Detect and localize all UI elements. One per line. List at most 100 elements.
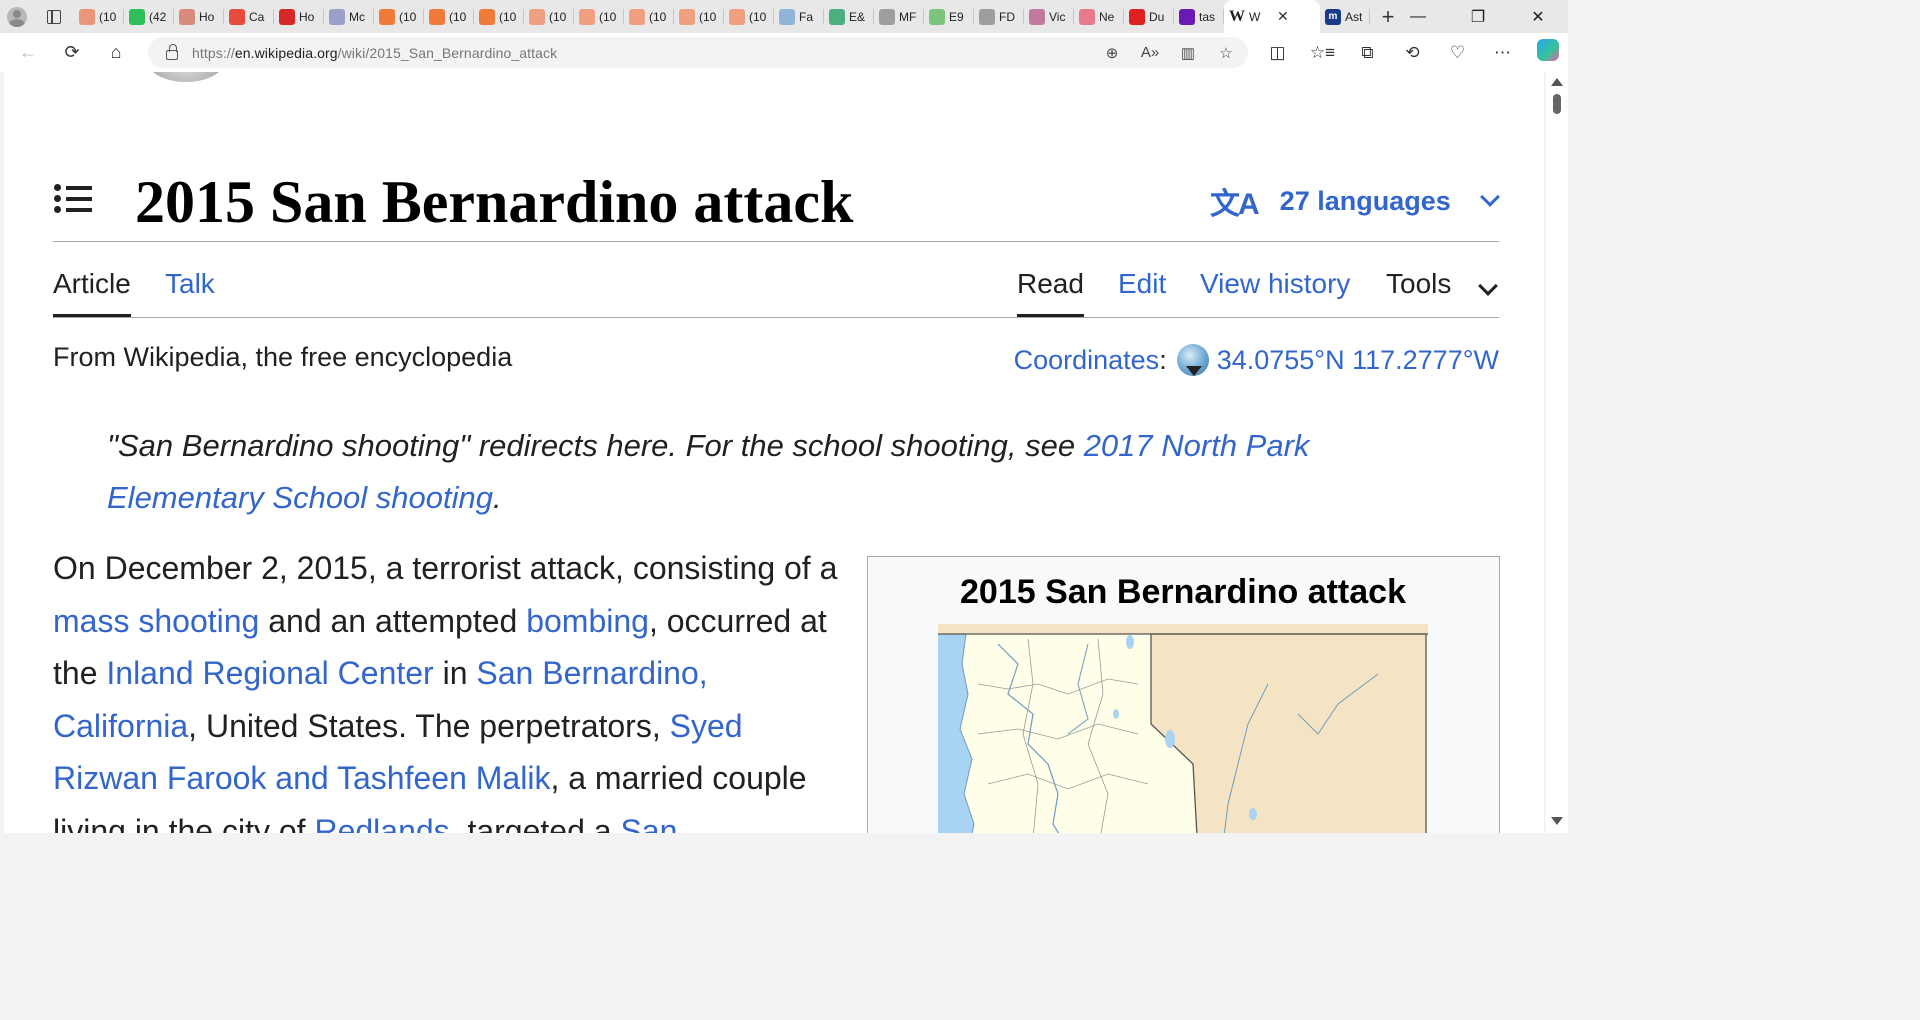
restore-button[interactable]: ❐ (1448, 0, 1508, 33)
browser-tab[interactable]: tas (1174, 0, 1224, 33)
tab-label: Fa (799, 9, 814, 24)
browser-tab[interactable]: FD (974, 0, 1024, 33)
browser-essentials-icon[interactable]: ♡ (1435, 43, 1480, 63)
tabs-divider (53, 317, 1499, 318)
title-divider (53, 241, 1499, 242)
link-mass-shooting[interactable]: mass shooting (53, 603, 259, 639)
infobox-title: 2015 San Bernardino attack (960, 573, 1406, 611)
tab-label: (42 (149, 9, 167, 24)
lock-icon[interactable] (166, 43, 178, 60)
zoom-icon[interactable]: ⊕ (1098, 44, 1126, 62)
toolbar-right: ◫ ☆≡ ⧉ ⟲ ♡ ⋯ (1255, 33, 1570, 72)
a-icon (329, 8, 345, 25)
scrollbar-thumb[interactable] (1553, 94, 1561, 114)
browser-tab[interactable]: (10 (674, 0, 724, 33)
close-window-button[interactable]: ✕ (1508, 0, 1568, 33)
coordinates-value-link[interactable]: 34.0755°N 117.2777°W (1217, 345, 1499, 376)
tab-label: tas (1199, 9, 1216, 24)
browser-tab[interactable]: Mc (324, 0, 374, 33)
g-icon (129, 8, 145, 25)
tab-active-wikipedia[interactable]: W W ✕ (1224, 0, 1320, 33)
browser-toolbar: ← ⟳ ⌂ https://en.wikipedia.org/wiki/2015… (0, 33, 1568, 72)
browser-tab[interactable]: (10 (374, 0, 424, 33)
location-map[interactable] (938, 624, 1428, 833)
browser-tab[interactable]: Ca (224, 0, 274, 33)
tab-label: E& (849, 9, 866, 24)
tab-read[interactable]: Read (1017, 264, 1084, 318)
immersive-reader-icon[interactable]: ▥ (1174, 44, 1202, 62)
profile-avatar-icon (7, 6, 27, 27)
url-text[interactable]: https://en.wikipedia.org/wiki/2015_San_B… (192, 45, 557, 61)
languages-button[interactable]: 文A 27 languages (1210, 179, 1500, 223)
tab-actions-button[interactable] (34, 0, 74, 33)
scroll-down-arrow-icon[interactable] (1551, 817, 1563, 825)
tab-view-history[interactable]: View history (1200, 264, 1350, 304)
close-tab-icon[interactable]: ✕ (1277, 8, 1289, 25)
browser-tab[interactable]: (10 (524, 0, 574, 33)
home-button[interactable]: ⌂ (94, 33, 138, 72)
browser-tab[interactable]: (10 (74, 0, 124, 33)
link-inland-regional-center[interactable]: Inland Regional Center (106, 655, 433, 691)
tab-actions-icon (47, 9, 61, 24)
star-icon (1029, 8, 1045, 25)
split-screen-icon[interactable]: ◫ (1255, 43, 1300, 63)
browser-tab[interactable]: m Ast (1320, 0, 1370, 33)
browser-tab[interactable]: (10 (624, 0, 674, 33)
tab-label: MF (899, 9, 917, 24)
browser-tab[interactable]: (10 (424, 0, 474, 33)
browser-tab[interactable]: MF (874, 0, 924, 33)
refresh-button[interactable]: ⟳ (50, 33, 94, 72)
play-icon (929, 8, 945, 25)
browser-tab[interactable]: Vic (1024, 0, 1074, 33)
tab-edit[interactable]: Edit (1118, 264, 1166, 304)
browser-tab[interactable]: Ho (274, 0, 324, 33)
favorite-star-icon[interactable]: ☆ (1212, 44, 1240, 62)
bookmark-icon (579, 8, 595, 25)
browser-tab[interactable]: E& (824, 0, 874, 33)
browser-tab[interactable]: (10 (724, 0, 774, 33)
browser-tab[interactable]: Du (1124, 0, 1174, 33)
tools-menu[interactable]: Tools (1386, 264, 1499, 304)
tab-article[interactable]: Article (53, 264, 131, 318)
wikipedia-icon: W (1229, 7, 1245, 25)
hatnote: "San Bernardino shooting" redirects here… (107, 428, 1310, 515)
map-lake (1126, 635, 1134, 649)
bookmark-icon (479, 8, 495, 25)
history-icon[interactable]: ⟲ (1390, 43, 1435, 63)
browser-tab[interactable]: E9 (924, 0, 974, 33)
browser-tab[interactable]: Ne (1074, 0, 1124, 33)
collections-icon[interactable]: ⧉ (1345, 43, 1390, 63)
browser-tab[interactable]: (10 (474, 0, 524, 33)
browser-tab[interactable]: (10 (574, 0, 624, 33)
back-button[interactable]: ← (6, 33, 50, 72)
globe-icon[interactable] (1176, 344, 1209, 376)
more-menu-icon[interactable]: ⋯ (1480, 43, 1525, 63)
tab-label: Ca (249, 9, 265, 24)
favorites-icon[interactable]: ☆≡ (1300, 43, 1345, 63)
link-san[interactable]: San (620, 813, 677, 834)
browser-tab[interactable]: Fa (774, 0, 824, 33)
address-bar[interactable]: https://en.wikipedia.org/wiki/2015_San_B… (148, 37, 1248, 68)
minimize-button[interactable]: — (1388, 0, 1448, 33)
tab-talk[interactable]: Talk (165, 264, 215, 304)
link-redlands[interactable]: Redlands (314, 813, 449, 834)
copilot-button[interactable] (1525, 39, 1570, 66)
translate-icon: 文A (1210, 188, 1260, 221)
browser-tab[interactable]: (42 (124, 0, 174, 33)
window-controls: — ❐ ✕ (1388, 0, 1568, 33)
vertical-scrollbar[interactable] (1546, 72, 1568, 833)
copilot-icon (1536, 39, 1559, 61)
read-aloud-icon[interactable]: A» (1136, 44, 1164, 61)
coordinates-link[interactable]: Coordinates (1014, 345, 1160, 376)
languages-label: 27 languages (1279, 185, 1451, 216)
table-of-contents-icon[interactable] (54, 184, 94, 214)
scroll-up-arrow-icon[interactable] (1551, 78, 1563, 86)
doc-icon (879, 8, 895, 25)
wikipedia-logo[interactable] (146, 72, 226, 82)
link-bombing[interactable]: bombing (526, 603, 649, 639)
page-title: 2015 San Bernardino attack (135, 169, 854, 235)
profile-button[interactable] (0, 0, 34, 33)
browser-tab[interactable]: Ho (174, 0, 224, 33)
bookmark-icon (429, 8, 445, 25)
bookmark-icon (79, 8, 95, 25)
